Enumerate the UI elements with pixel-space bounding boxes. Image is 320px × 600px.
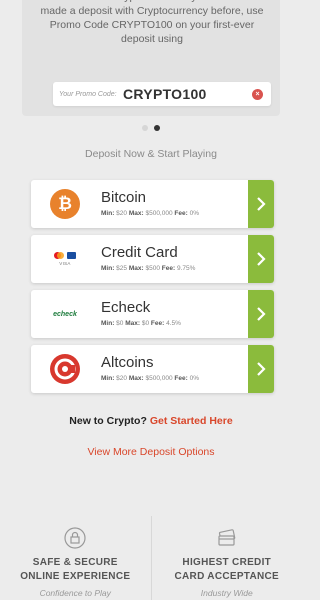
method-name: Credit Card <box>101 244 178 261</box>
method-limits: Min: $20 Max: $500,000 Fee: 0% <box>101 210 199 217</box>
crypto-cta-prefix: New to Crypto? <box>69 415 147 427</box>
deposit-method-bitcoin[interactable]: ₿ Bitcoin Min: $20 Max: $500,000 Fee: 0% <box>31 180 274 228</box>
method-limits: Min: $25 Max: $500 Fee: 9.75% <box>101 265 196 272</box>
deposit-section-title: Deposit Now & Start Playing <box>85 148 217 160</box>
feature-subtitle: Confidence to Play <box>39 588 111 598</box>
method-name: Altcoins <box>101 354 154 371</box>
carousel-dot-active[interactable] <box>154 125 160 131</box>
feature-credit-card-acceptance: HIGHEST CREDIT CARD ACCEPTANCE Industry … <box>150 516 303 600</box>
deposit-methods-list: ₿ Bitcoin Min: $20 Max: $500,000 Fee: 0%… <box>31 180 274 400</box>
lock-icon <box>64 527 86 549</box>
promo-code-box[interactable]: Your Promo Code: CRYPTO100 × <box>53 82 271 106</box>
deposit-method-credit-card[interactable]: VISA Credit Card Min: $25 Max: $500 Fee:… <box>31 235 274 283</box>
close-circle-icon[interactable]: × <box>252 88 263 100</box>
bitcoin-icon: ₿ <box>50 189 80 219</box>
feature-safe-secure: SAFE & SECURE ONLINE EXPERIENCE Confiden… <box>0 516 151 600</box>
method-name: Echeck <box>101 299 151 316</box>
chevron-right-icon[interactable] <box>248 290 274 338</box>
echeck-icon: echeck <box>53 310 77 318</box>
promo-banner: 100% 1st Time Crypto Bonus! If you have … <box>22 0 280 116</box>
feature-title: SAFE & SECURE ONLINE EXPERIENCE <box>20 557 131 582</box>
credit-card-icon <box>218 529 236 546</box>
method-limits: Min: $0 Max: $0 Fee: 4.5% <box>101 320 181 327</box>
get-started-link[interactable]: Get Started Here <box>150 415 233 427</box>
deposit-method-altcoins[interactable]: Altcoins Min: $20 Max: $500,000 Fee: 0% <box>31 345 274 393</box>
promo-code-value: CRYPTO100 <box>123 86 207 102</box>
chevron-right-icon[interactable] <box>248 345 274 393</box>
view-more-deposit-options-link[interactable]: View More Deposit Options <box>0 446 302 458</box>
crypto-cta: New to Crypto? Get Started Here <box>0 415 302 427</box>
credit-card-icon: VISA <box>50 244 80 274</box>
chevron-right-icon[interactable] <box>248 235 274 283</box>
feature-title: HIGHEST CREDIT CARD ACCEPTANCE <box>174 557 279 582</box>
promo-text: 100% 1st Time Crypto Bonus! If you have … <box>40 0 264 45</box>
altcoins-icon <box>50 354 80 384</box>
method-limits: Min: $20 Max: $500,000 Fee: 0% <box>101 375 199 382</box>
promo-code-label: Your Promo Code: <box>59 90 117 98</box>
deposit-method-echeck[interactable]: echeck Echeck Min: $0 Max: $0 Fee: 4.5% <box>31 290 274 338</box>
feature-subtitle: Industry Wide <box>200 588 253 598</box>
method-name: Bitcoin <box>101 189 147 206</box>
chevron-right-icon[interactable] <box>248 180 274 228</box>
carousel-dot[interactable] <box>142 125 148 131</box>
carousel-dots <box>142 125 160 131</box>
features-bar: SAFE & SECURE ONLINE EXPERIENCE Confiden… <box>0 516 302 600</box>
